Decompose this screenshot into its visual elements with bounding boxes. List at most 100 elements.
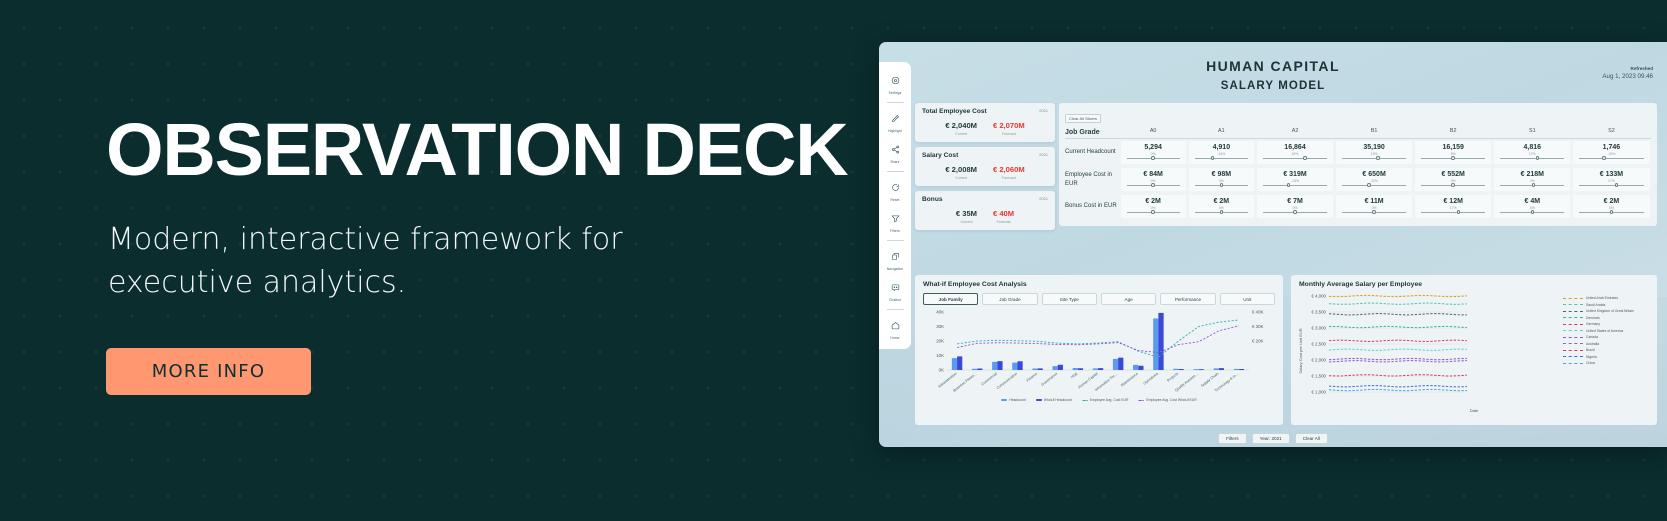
slider-knob[interactable] [1530, 210, 1535, 214]
matrix-cell-box[interactable]: € 12M 17% [1415, 195, 1492, 218]
matrix-cell[interactable]: 4,816 17% [1493, 139, 1572, 167]
matrix-cell[interactable]: € 2M 0% [1572, 193, 1651, 220]
slider-knob[interactable] [1376, 156, 1380, 160]
legend-item[interactable]: United Kingdom of Great Britain [1563, 309, 1649, 313]
slider-knob[interactable] [1372, 210, 1376, 214]
matrix-cell-slider[interactable] [1342, 156, 1407, 161]
matrix-cell-box[interactable]: € 133M 17% [1573, 168, 1650, 191]
sidebar-item-home[interactable]: Home [879, 312, 911, 343]
slider-knob[interactable] [1151, 156, 1155, 160]
legend-item[interactable]: Employee Avg. Cost EUR [1081, 398, 1128, 402]
slider-knob[interactable] [1456, 210, 1461, 214]
matrix-cell[interactable]: € 12M 17% [1414, 193, 1493, 220]
matrix-cell-box[interactable]: € 4M 0% [1494, 195, 1571, 218]
clear-all-slicers-button[interactable]: Clear All Slicers [1065, 114, 1102, 123]
matrix-cell-slider[interactable] [1126, 210, 1180, 215]
slider-knob[interactable] [1609, 210, 1614, 214]
matrix-column-header-a0[interactable]: A0 [1119, 128, 1187, 139]
slider-knob[interactable] [1451, 183, 1455, 187]
matrix-cell-box[interactable]: € 98M 0% [1188, 168, 1254, 191]
slider-knob[interactable] [1286, 183, 1291, 187]
matrix-cell-slider[interactable] [1194, 210, 1248, 215]
matrix-cell[interactable]: € 2M 0% [1187, 193, 1255, 220]
legend-item[interactable]: Headcount [1001, 398, 1026, 402]
legend-item[interactable]: Brazil [1563, 348, 1649, 352]
sidebar-item-reset[interactable]: Reset [879, 174, 911, 205]
matrix-cell-box[interactable]: € 2M 0% [1120, 195, 1186, 218]
slider-knob[interactable] [1451, 156, 1455, 160]
matrix-cell-slider[interactable] [1579, 156, 1644, 161]
matrix-cell[interactable]: 35,190 15% [1335, 139, 1414, 167]
matrix-column-header-b1[interactable]: B1 [1335, 128, 1414, 139]
matrix-cell[interactable]: € 133M 17% [1572, 166, 1651, 193]
matrix-cell[interactable]: € 7M 0% [1255, 193, 1334, 220]
matrix-column-header-a2[interactable]: A2 [1255, 128, 1334, 139]
matrix-cell-slider[interactable] [1500, 183, 1565, 188]
matrix-cell-box[interactable]: € 7M 0% [1256, 195, 1334, 218]
legend-item[interactable]: Canada [1563, 335, 1649, 339]
legend-item[interactable]: Denmark [1563, 316, 1649, 320]
slider-knob[interactable] [1151, 183, 1155, 187]
matrix-cell-box[interactable]: € 11M 0% [1336, 195, 1413, 218]
matrix-cell-slider[interactable] [1262, 183, 1328, 188]
analysis-tab-unit[interactable]: Unit [1219, 293, 1275, 305]
legend-item[interactable]: United Arab Emirates [1563, 296, 1649, 300]
matrix-column-header-b2[interactable]: B2 [1414, 128, 1493, 139]
matrix-cell-slider[interactable] [1126, 156, 1180, 161]
matrix-cell-slider[interactable] [1262, 156, 1328, 161]
matrix-cell-box[interactable]: € 650M -11% [1336, 168, 1413, 191]
matrix-cell-box[interactable]: € 319M -13% [1256, 168, 1334, 191]
matrix-column-header-s1[interactable]: S1 [1493, 128, 1572, 139]
matrix-cell-slider[interactable] [1126, 183, 1180, 188]
matrix-cell[interactable]: € 84M 0% [1119, 166, 1187, 193]
legend-item[interactable]: Employee Avg. Cost What-if EUR [1138, 398, 1197, 402]
matrix-cell-box[interactable]: 16,864 45% [1256, 141, 1334, 164]
slider-knob[interactable] [1210, 156, 1215, 160]
matrix-cell[interactable]: 5,294 0% [1119, 139, 1187, 167]
matrix-cell[interactable]: € 4M 0% [1493, 193, 1572, 220]
matrix-cell-slider[interactable] [1262, 210, 1328, 215]
slider-knob[interactable] [1303, 156, 1308, 160]
matrix-cell-box[interactable]: 4,816 17% [1494, 141, 1571, 164]
legend-item[interactable]: Nigeria [1563, 355, 1649, 359]
matrix-column-header-a1[interactable]: A1 [1187, 128, 1255, 139]
matrix-cell-slider[interactable] [1342, 183, 1407, 188]
slider-knob[interactable] [1614, 183, 1619, 187]
legend-item[interactable]: Saudi Arabia [1563, 303, 1649, 307]
more-info-button[interactable]: MORE INFO [106, 348, 311, 395]
sidebar-item-highlight[interactable]: Highlight [879, 105, 911, 136]
legend-item[interactable]: United States of America [1563, 329, 1649, 333]
legend-item[interactable]: China [1563, 361, 1649, 365]
legend-item[interactable]: What-if Headcount [1035, 398, 1072, 402]
analysis-tab-job-grade[interactable]: Job Grade [982, 293, 1038, 305]
matrix-cell-box[interactable]: 16,159 8% [1415, 141, 1492, 164]
slider-knob[interactable] [1535, 156, 1540, 160]
matrix-cell-box[interactable]: 35,190 15% [1336, 141, 1413, 164]
matrix-cell[interactable]: 16,864 45% [1255, 139, 1334, 167]
matrix-cell[interactable]: € 11M 0% [1335, 193, 1414, 220]
matrix-cell[interactable]: € 2M 0% [1119, 193, 1187, 220]
matrix-cell[interactable]: € 218M 2% [1493, 166, 1572, 193]
matrix-cell[interactable]: € 552M 0% [1414, 166, 1493, 193]
footer-button-clear-all[interactable]: Clear All [1294, 433, 1328, 444]
matrix-cell-slider[interactable] [1500, 156, 1565, 161]
matrix-cell-box[interactable]: 4,910 -34% [1188, 141, 1254, 164]
slider-knob[interactable] [1293, 210, 1297, 214]
sidebar-item-navigation[interactable]: Navigation [879, 243, 911, 274]
slider-knob[interactable] [1151, 210, 1155, 214]
slider-knob[interactable] [1531, 183, 1536, 187]
matrix-cell-box[interactable]: 1,746 -25% [1573, 141, 1650, 164]
matrix-cell-box[interactable]: 5,294 0% [1120, 141, 1186, 164]
matrix-cell-slider[interactable] [1342, 210, 1407, 215]
matrix-cell-box[interactable]: € 552M 0% [1415, 168, 1492, 191]
footer-button-year-2021[interactable]: Year: 2021 [1251, 433, 1290, 444]
matrix-cell-slider[interactable] [1579, 210, 1644, 215]
matrix-cell-slider[interactable] [1421, 183, 1486, 188]
footer-button-filters[interactable]: Filters [1218, 433, 1247, 444]
matrix-column-header-s2[interactable]: S2 [1572, 128, 1651, 139]
matrix-cell[interactable]: € 650M -11% [1335, 166, 1414, 193]
matrix-cell[interactable]: 4,910 -34% [1187, 139, 1255, 167]
analysis-tab-site-type[interactable]: Site Type [1041, 293, 1097, 305]
legend-item[interactable]: Australia [1563, 342, 1649, 346]
matrix-cell-slider[interactable] [1194, 183, 1248, 188]
